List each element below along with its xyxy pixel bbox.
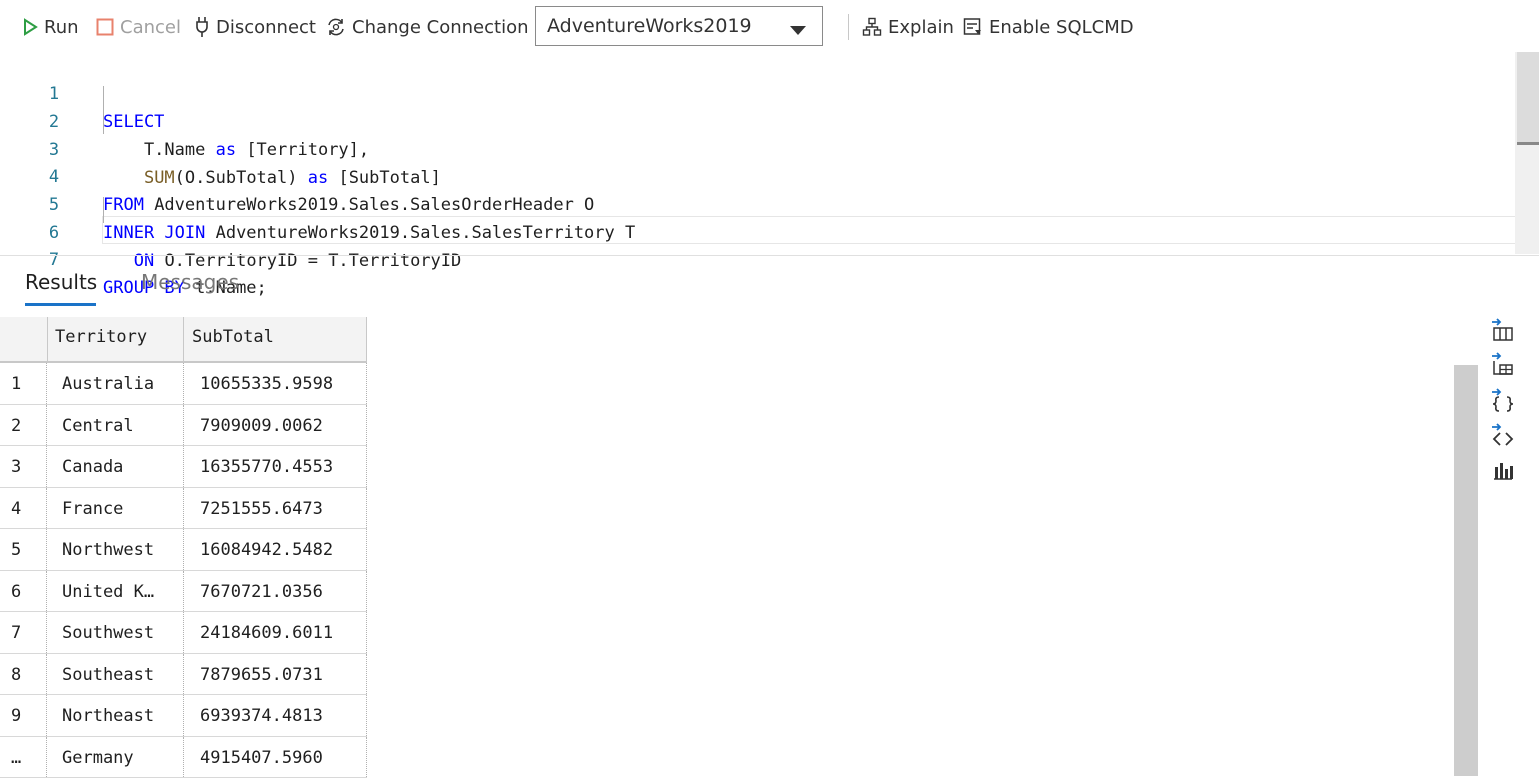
chart-icon[interactable] (1490, 457, 1516, 483)
territory-cell[interactable]: Germany (47, 736, 184, 777)
territory-cell[interactable]: Northeast (47, 695, 184, 736)
query-editor[interactable]: 1 SELECT 2 T.Name as [Territory], 3 SUM(… (0, 52, 1539, 298)
toolbar-separator (848, 14, 849, 40)
save-xml-icon[interactable] (1490, 422, 1516, 448)
row-number-cell[interactable]: 5 (0, 529, 47, 570)
row-number-cell[interactable]: 1 (0, 363, 47, 404)
subtotal-cell[interactable]: 7879655.0731 (184, 653, 367, 694)
territory-cell[interactable]: Southwest (47, 612, 184, 653)
grid-header: Territory SubTotal (0, 317, 367, 363)
code-line: 2 T.Name as [Territory], (0, 80, 1515, 160)
table-row[interactable]: 4 France 7251555.6473 (0, 487, 367, 529)
save-json-icon[interactable] (1490, 387, 1516, 413)
hierarchy-icon (862, 17, 882, 37)
territory-cell[interactable]: Canada (47, 446, 184, 487)
disconnect-button[interactable]: Disconnect (194, 14, 316, 40)
table-row[interactable]: 5 Northwest 16084942.5482 (0, 529, 367, 571)
code-line: 7 GROUP BY t.Name; (0, 218, 1515, 298)
subtotal-cell[interactable]: 10655335.9598 (184, 363, 367, 404)
table-row[interactable]: 7 Southwest 24184609.6011 (0, 612, 367, 654)
results-grid[interactable]: Territory SubTotal 1 Australia 10655335.95… (0, 317, 367, 778)
row-number-cell[interactable]: 8 (0, 653, 47, 694)
territory-cell[interactable]: Australia (47, 363, 184, 404)
row-number-cell[interactable]: … (0, 736, 47, 777)
play-icon (22, 18, 38, 36)
row-number-cell[interactable]: 6 (0, 570, 47, 611)
chevron-down-icon (790, 26, 806, 35)
table-row[interactable]: 6 United K… 7670721.0356 (0, 570, 367, 612)
row-number-cell[interactable]: 2 (0, 404, 47, 445)
row-number-cell[interactable]: 3 (0, 446, 47, 487)
enable-sqlcmd-button[interactable]: Enable SQLCMD (963, 14, 1134, 40)
query-toolbar: Run Cancel Disconnect Change Connection … (0, 0, 1539, 54)
tab-results-underline (25, 303, 96, 306)
territory-cell[interactable]: France (47, 487, 184, 528)
run-label: Run (44, 16, 79, 38)
pane-divider[interactable] (0, 255, 1539, 256)
row-number-cell[interactable]: 9 (0, 695, 47, 736)
change-connection-label: Change Connection (352, 16, 529, 38)
table-row[interactable]: 9 Northeast 6939374.4813 (0, 695, 367, 737)
code-line: 4 FROM AdventureWorks2019.Sales.SalesOrd… (0, 135, 1515, 215)
territory-cell[interactable]: Southeast (47, 653, 184, 694)
subtotal-cell[interactable]: 16084942.5482 (184, 529, 367, 570)
editor-scroll-marker (1517, 142, 1539, 145)
tab-results[interactable]: Results (25, 270, 97, 294)
plug-icon (194, 16, 210, 38)
subtotal-cell[interactable]: 6939374.4813 (184, 695, 367, 736)
run-button[interactable]: Run (22, 14, 79, 40)
code-line: 1 SELECT (0, 52, 1515, 132)
enable-sqlcmd-label: Enable SQLCMD (989, 16, 1134, 38)
cancel-label: Cancel (120, 16, 181, 38)
subtotal-cell[interactable]: 16355770.4553 (184, 446, 367, 487)
territory-cell[interactable]: United K… (47, 570, 184, 611)
subtotal-cell[interactable]: 7251555.6473 (184, 487, 367, 528)
sqlcmd-icon (963, 17, 983, 37)
stop-icon (96, 18, 114, 36)
code-line: 5 INNER JOIN AdventureWorks2019.Sales.Sa… (0, 163, 1515, 243)
tab-messages[interactable]: Messages (141, 270, 239, 294)
subtotal-cell[interactable]: 7909009.0062 (184, 404, 367, 445)
refresh-connection-icon (326, 17, 346, 37)
territory-cell[interactable]: Central (47, 404, 184, 445)
results-scrollbar[interactable] (1454, 365, 1478, 776)
database-select[interactable]: AdventureWorks2019 (535, 6, 823, 46)
table-row[interactable]: 2 Central 7909009.0062 (0, 404, 367, 446)
database-select-value: AdventureWorks2019 (547, 15, 752, 37)
disconnect-label: Disconnect (216, 16, 316, 38)
explain-label: Explain (888, 16, 954, 38)
cancel-button[interactable]: Cancel (96, 14, 181, 40)
row-number-header[interactable] (0, 317, 48, 361)
editor-scrollbar-thumb[interactable] (1517, 52, 1539, 142)
table-row[interactable]: 3 Canada 16355770.4553 (0, 446, 367, 488)
save-excel-icon[interactable] (1490, 351, 1516, 377)
subtotal-cell[interactable]: 24184609.6011 (184, 612, 367, 653)
code-line: 3 SUM(O.SubTotal) as [SubTotal] (0, 108, 1515, 188)
subtotal-cell[interactable]: 4915407.5960 (184, 736, 367, 777)
change-connection-button[interactable]: Change Connection (326, 14, 528, 40)
subtotal-cell[interactable]: 7670721.0356 (184, 570, 367, 611)
table-row[interactable]: … Germany 4915407.5960 (0, 736, 367, 778)
row-number-cell[interactable]: 4 (0, 487, 47, 528)
territory-cell[interactable]: Northwest (47, 529, 184, 570)
explain-button[interactable]: Explain (862, 14, 954, 40)
table-row[interactable]: 8 Southeast 7879655.0731 (0, 653, 367, 695)
table-row[interactable]: 1 Australia 10655335.9598 (0, 363, 367, 405)
column-header-territory[interactable]: Territory (47, 317, 184, 361)
row-number-cell[interactable]: 7 (0, 612, 47, 653)
column-header-subtotal[interactable]: SubTotal (184, 317, 367, 361)
save-csv-icon[interactable] (1490, 317, 1516, 343)
code-line: 6 ON O.TerritoryID = T.TerritoryID (0, 191, 1515, 271)
